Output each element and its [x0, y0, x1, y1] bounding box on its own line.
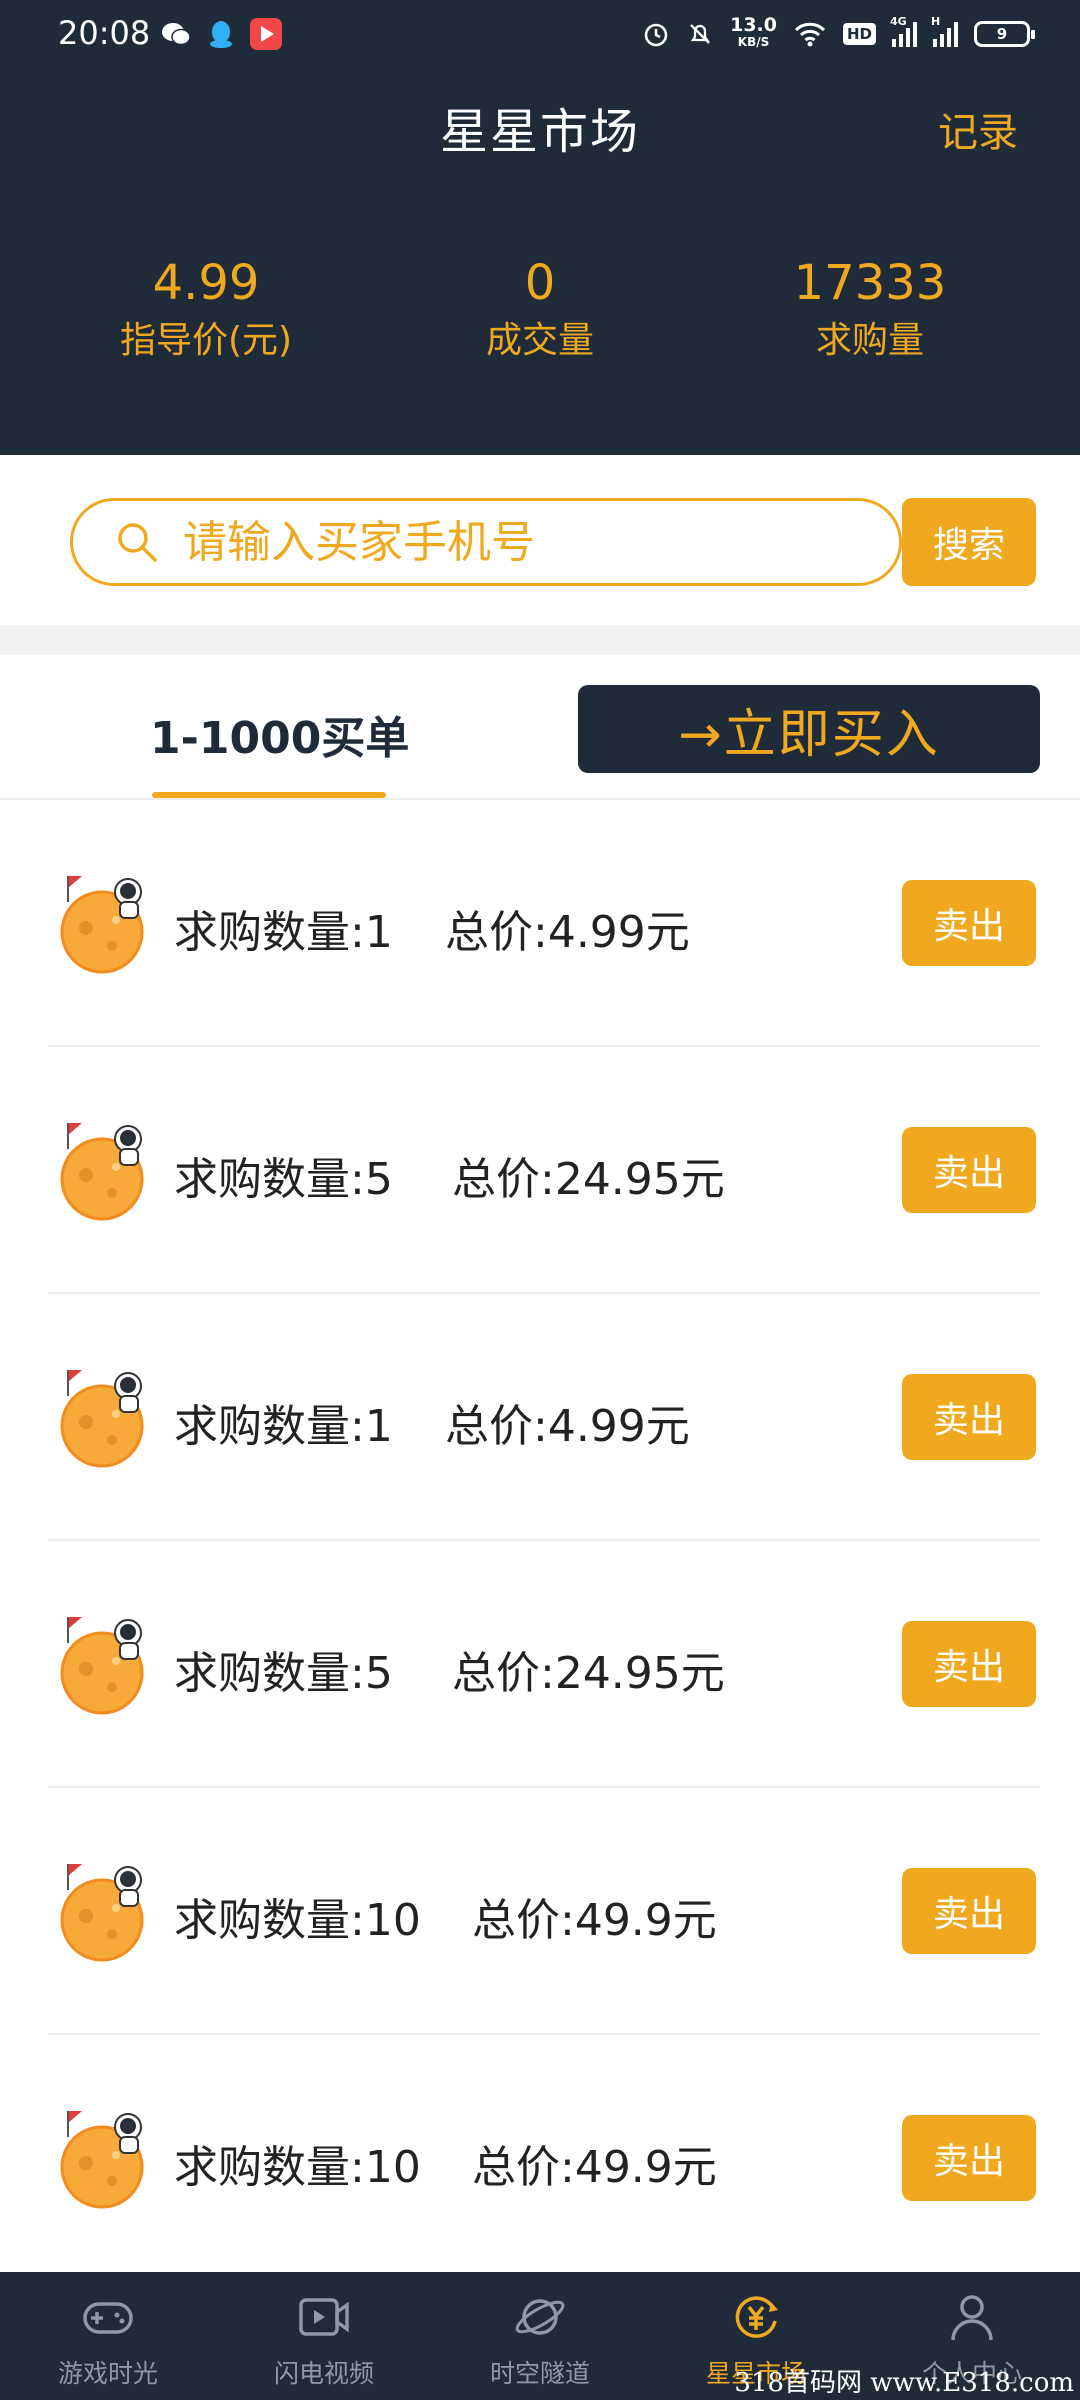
- tab-row: 1-1000买单 →立即买入: [0, 655, 1080, 800]
- watermark: 318首码网 www.E318.com: [734, 2368, 1074, 2398]
- status-bar: 20:08 13.0 KB/S HD 4G H 9: [0, 0, 1080, 70]
- person-icon: [951, 2295, 993, 2341]
- section-divider: [0, 625, 1080, 655]
- stat-guide-price: 4.99 指导价(元): [76, 255, 336, 367]
- order-quantity: 求购数量:1: [174, 1401, 393, 1452]
- search-icon: [118, 523, 157, 562]
- planet-icon: [515, 2299, 565, 2335]
- nav-label: 游戏时光: [57, 2359, 158, 2388]
- market-stats: 4.99 指导价(元) 0 成交量 17333 求购量: [0, 255, 1080, 375]
- order-total-price: 总价:24.95元: [452, 1648, 725, 1699]
- yuan-market-icon: [735, 2296, 778, 2338]
- order-total-price: 总价:49.9元: [472, 1895, 717, 1946]
- order-row: 求购数量:1 总价:4.99元 卖出: [0, 1294, 1080, 1541]
- order-row: 求购数量:10 总价:49.9元 卖出: [0, 1788, 1080, 2035]
- stat-value: 4.99: [152, 255, 260, 311]
- nav-item-tunnel[interactable]: 时空隧道: [432, 2272, 648, 2400]
- status-time: 20:08: [58, 14, 151, 52]
- video-app-icon: [250, 18, 282, 50]
- stat-label: 指导价(元): [119, 320, 293, 361]
- alarm-icon: [644, 23, 668, 47]
- order-row: 求购数量:10 总价:49.9元 卖出: [0, 2035, 1080, 2282]
- search-box: [70, 498, 902, 586]
- search-button[interactable]: 搜索: [902, 498, 1036, 586]
- order-total-price: 总价:4.99元: [445, 907, 690, 958]
- order-list: 求购数量:1 总价:4.99元 卖出 求购数量:5 总价:24.95元 卖出 求购数量:1 总…: [0, 800, 1080, 2282]
- stat-label: 成交量: [485, 320, 594, 361]
- stat-label: 求购量: [815, 320, 924, 361]
- gamepad-icon: [83, 2302, 133, 2334]
- header: 20:08 13.0 KB/S HD 4G H 9 星星市场 记录 4.99 指…: [0, 0, 1080, 455]
- battery-icon: 9: [974, 21, 1035, 47]
- buyer-phone-input[interactable]: [183, 516, 823, 568]
- wifi-icon: [794, 22, 826, 47]
- search-row: 搜索: [0, 455, 1080, 625]
- status-indicators: 13.0 KB/S HD 4G H 9: [642, 14, 1035, 54]
- wechat-icon: [160, 18, 192, 50]
- stat-value: 17333: [793, 255, 947, 311]
- order-total-price: 总价:49.9元: [472, 2142, 717, 2193]
- sell-button[interactable]: 卖出: [902, 1868, 1036, 1954]
- order-row: 求购数量:5 总价:24.95元 卖出: [0, 1047, 1080, 1294]
- qq-icon: [205, 18, 237, 50]
- sell-button[interactable]: 卖出: [902, 1374, 1036, 1460]
- tab-active-indicator: [152, 792, 386, 798]
- hd-badge: HD: [842, 23, 876, 45]
- planet-astronaut-icon: [60, 1864, 144, 1962]
- page: 20:08 13.0 KB/S HD 4G H 9 星星市场 记录 4.99 指…: [0, 0, 1080, 2400]
- order-total-price: 总价:4.99元: [445, 1401, 690, 1452]
- planet-astronaut-icon: [60, 2111, 144, 2209]
- order-quantity: 求购数量:1: [174, 907, 393, 958]
- order-row: 求购数量:1 总价:4.99元 卖出: [0, 800, 1080, 1047]
- tab-buy-orders[interactable]: 1-1000买单: [150, 702, 409, 766]
- order-quantity: 求购数量:5: [174, 1648, 393, 1699]
- nav-label: 时空隧道: [489, 2359, 590, 2388]
- stat-demand: 17333 求购量: [740, 255, 1000, 367]
- record-link[interactable]: 记录: [938, 100, 1018, 158]
- order-quantity: 求购数量:10: [174, 2142, 421, 2193]
- mute-bell-icon: [690, 24, 710, 44]
- signal-4g-icon: 4G: [890, 15, 917, 47]
- signal-h-icon: H: [931, 15, 958, 47]
- stat-volume: 0 成交量: [410, 255, 670, 367]
- order-quantity: 求购数量:5: [174, 1154, 393, 1205]
- order-total-price: 总价:24.95元: [452, 1154, 725, 1205]
- nav-label: 闪电视频: [273, 2359, 374, 2388]
- sell-button[interactable]: 卖出: [902, 1127, 1036, 1213]
- planet-astronaut-icon: [60, 1617, 144, 1715]
- order-row: 求购数量:5 总价:24.95元 卖出: [0, 1541, 1080, 1788]
- planet-astronaut-icon: [60, 876, 144, 974]
- video-icon: [299, 2298, 349, 2336]
- planet-astronaut-icon: [60, 1370, 144, 1468]
- page-title: 星星市场: [439, 104, 640, 160]
- sell-button[interactable]: 卖出: [902, 2115, 1036, 2201]
- planet-astronaut-icon: [60, 1123, 144, 1221]
- sell-button[interactable]: 卖出: [902, 1621, 1036, 1707]
- network-speed: 13.0 KB/S: [730, 14, 777, 50]
- order-quantity: 求购数量:10: [174, 1895, 421, 1946]
- nav-item-video[interactable]: 闪电视频: [216, 2272, 432, 2400]
- buy-now-button[interactable]: →立即买入: [578, 685, 1040, 773]
- stat-value: 0: [524, 255, 556, 311]
- nav-item-games[interactable]: 游戏时光: [0, 2272, 216, 2400]
- sell-button[interactable]: 卖出: [902, 880, 1036, 966]
